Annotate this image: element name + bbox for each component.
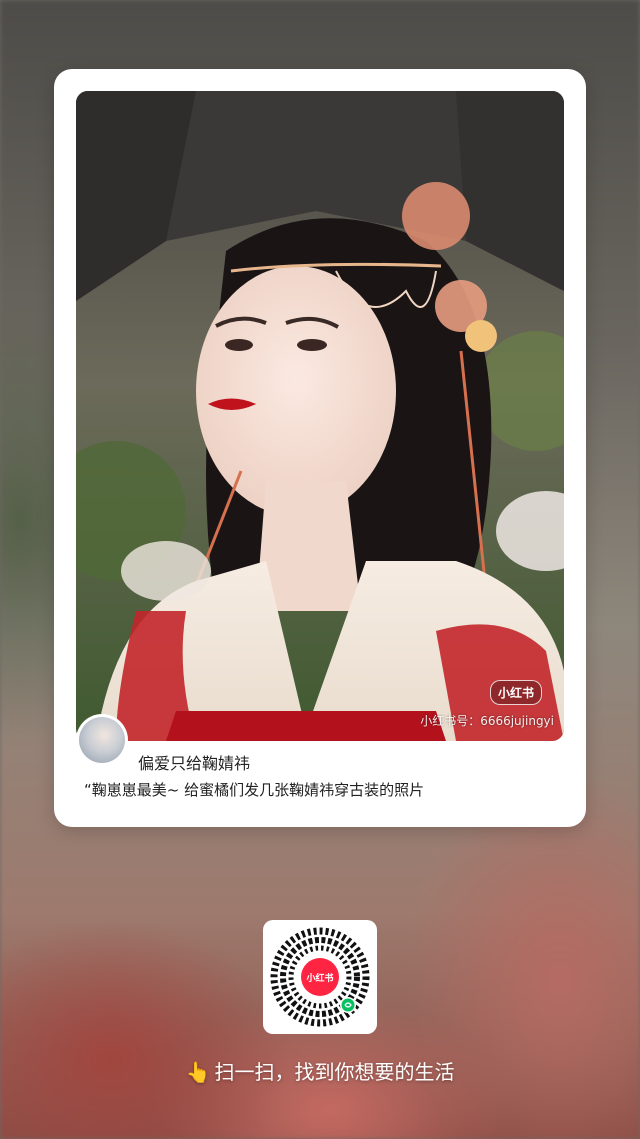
pointing-hand-icon: 👆	[185, 1060, 211, 1084]
qr-code: 小红书	[263, 920, 377, 1034]
wechat-mini-program-icon	[341, 998, 355, 1012]
portrait-image	[76, 91, 564, 741]
scan-slogan: 👆 扫一扫，找到你想要的生活	[0, 1056, 640, 1085]
author-name[interactable]: 偏爱只给鞠婧祎	[138, 750, 250, 774]
author-avatar[interactable]	[76, 714, 128, 766]
post-caption: “鞠崽崽最美~ 给蜜橘们发几张鞠婧祎穿古装的照片	[84, 781, 425, 799]
post-photo[interactable]: 小红书 小红书号：6666jujingyi	[76, 91, 564, 741]
qr-center-logo: 小红书	[305, 972, 333, 984]
account-watermark: 小红书号：6666jujingyi	[420, 714, 554, 728]
share-card[interactable]: 小红书 小红书号：6666jujingyi 偏爱只给鞠婧祎 “鞠崽崽最美~ 给蜜…	[54, 69, 586, 827]
xiaohongshu-badge: 小红书	[489, 680, 542, 705]
avatar-image	[79, 717, 125, 763]
slogan-text: 扫一扫，找到你想要的生活	[214, 1060, 455, 1084]
qr-code-icon: 小红书	[270, 927, 370, 1027]
